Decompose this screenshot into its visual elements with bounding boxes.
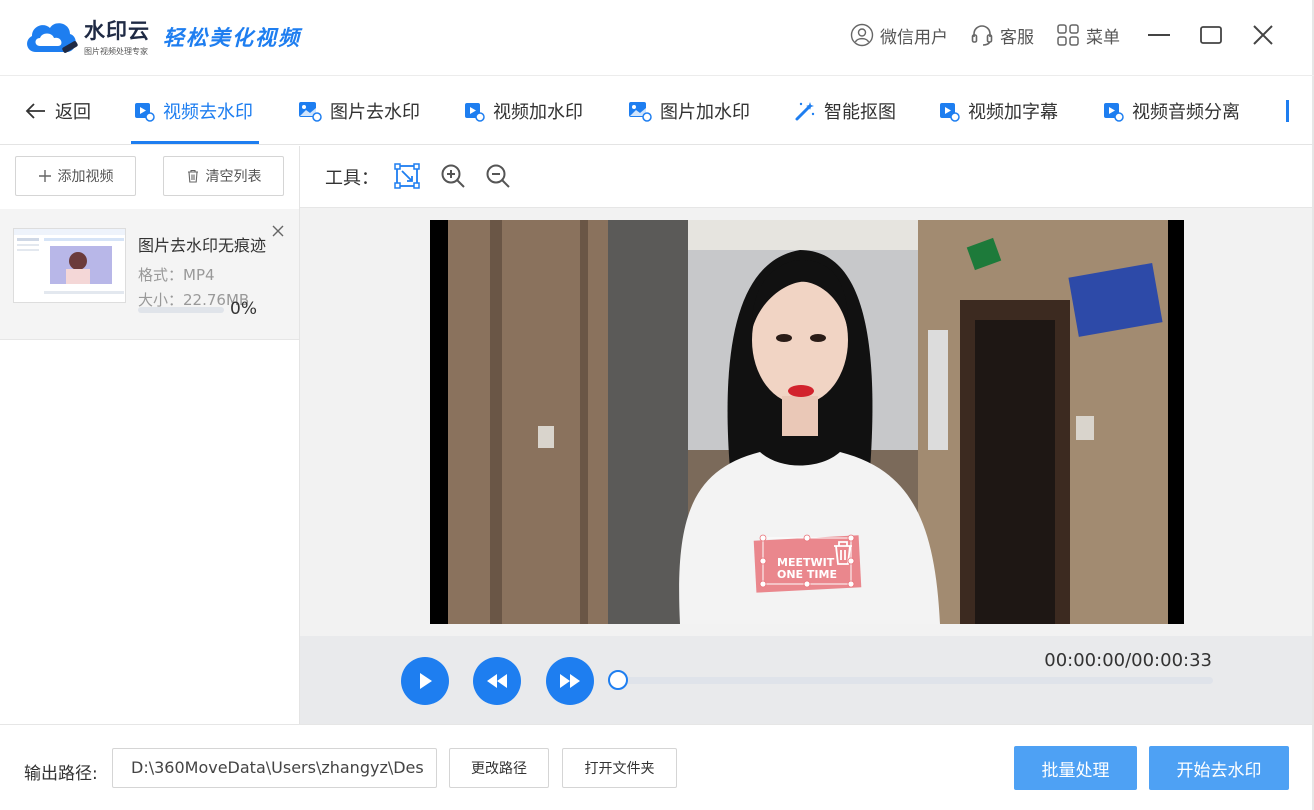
play-button[interactable] <box>401 657 449 705</box>
output-bar: 输出路径: D:\360MoveData\Users\zhangyz\Des 更… <box>0 724 1312 810</box>
slogan: 轻松美化视频 <box>163 25 301 50</box>
tab-image-remove-watermark[interactable]: 图片去水印 <box>298 77 420 145</box>
title-bar: 水印云 图片视频处理专家 轻松美化视频 微信用户 客服 菜单 <box>0 0 1314 76</box>
clear-list-label: 清空列表 <box>205 169 262 185</box>
tab-label: 视频加字幕 <box>968 102 1058 123</box>
tab-video-remove-watermark[interactable]: 视频去水印 <box>133 77 253 145</box>
logo: 水印云 图片视频处理专家 <box>22 14 150 58</box>
back-button[interactable]: 返回 <box>25 77 91 145</box>
video-thumbnail <box>13 228 126 303</box>
arrow-left-icon <box>25 103 45 119</box>
more-tabs-indicator <box>1286 100 1289 122</box>
minimize-icon <box>1148 34 1170 36</box>
user-name: 微信用户 <box>880 27 948 48</box>
output-path-label: 输出路径: <box>24 764 98 784</box>
tab-label: 智能抠图 <box>824 102 896 123</box>
menu-button[interactable]: 菜单 <box>1056 23 1120 48</box>
tab-label: 图片加水印 <box>660 102 750 123</box>
player-controls: 00:00:00/00:00:33 <box>300 636 1312 724</box>
user-account-button[interactable]: 微信用户 <box>850 23 948 48</box>
start-remove-watermark-button[interactable]: 开始去水印 <box>1149 746 1289 790</box>
fast-forward-icon <box>560 674 580 688</box>
select-region-icon[interactable] <box>394 163 420 189</box>
remove-file-icon[interactable] <box>270 223 286 239</box>
service-label: 客服 <box>1000 27 1034 48</box>
image-icon <box>299 102 322 122</box>
video-icon <box>940 103 960 122</box>
rewind-icon <box>487 674 507 688</box>
magic-wand-icon <box>795 102 815 121</box>
app-window: 水印云 图片视频处理专家 轻松美化视频 微信用户 客服 菜单 返回 视频去水印 … <box>0 0 1314 810</box>
zoom-out-icon[interactable] <box>485 163 511 189</box>
cloud-logo-icon <box>22 14 80 58</box>
logo-subtitle: 图片视频处理专家 <box>84 47 148 56</box>
plus-icon <box>38 170 51 182</box>
rewind-button[interactable] <box>473 657 521 705</box>
editor-workspace: 工具： MEETWIT ONE TIME 00:00:00/00:00:33 <box>300 146 1312 724</box>
tab-video-add-subtitles[interactable]: 视频加字幕 <box>938 77 1058 145</box>
close-window-button[interactable] <box>1250 22 1276 48</box>
close-icon <box>1253 25 1273 45</box>
customer-service-button[interactable]: 客服 <box>970 23 1034 48</box>
menu-label: 菜单 <box>1086 27 1120 48</box>
add-video-label: 添加视频 <box>57 169 114 185</box>
video-preview[interactable]: MEETWIT ONE TIME <box>430 220 1184 624</box>
user-icon <box>850 23 874 47</box>
batch-process-button[interactable]: 批量处理 <box>1014 746 1137 790</box>
output-path-field[interactable]: D:\360MoveData\Users\zhangyz\Des <box>112 748 437 788</box>
logo-name: 水印云 <box>84 19 150 43</box>
video-icon <box>1104 103 1124 122</box>
file-list-panel: 添加视频 清空列表 图片去水印无痕迹 格式：MP4 大小：22.76MB 0% <box>0 146 300 724</box>
fast-forward-button[interactable] <box>546 657 594 705</box>
watermark-text-2: ONE TIME <box>777 568 837 581</box>
tab-label: 视频去水印 <box>163 102 253 123</box>
maximize-icon <box>1200 26 1222 44</box>
maximize-button[interactable] <box>1198 22 1224 48</box>
minimize-button[interactable] <box>1146 22 1172 48</box>
change-path-button[interactable]: 更改路径 <box>449 748 549 788</box>
file-format: 格式：MP4 <box>138 266 215 284</box>
tab-label: 图片去水印 <box>330 102 420 123</box>
timecode: 00:00:00/00:00:33 <box>1044 650 1212 671</box>
play-icon <box>420 673 432 689</box>
tab-label: 视频加水印 <box>493 102 583 123</box>
seek-bar[interactable] <box>618 677 1213 684</box>
grid-menu-icon <box>1057 24 1079 46</box>
video-icon <box>135 103 155 122</box>
editor-toolbar: 工具： <box>300 146 1312 208</box>
tab-image-add-watermark[interactable]: 图片加水印 <box>628 77 750 145</box>
back-label: 返回 <box>55 102 91 123</box>
tab-video-add-watermark[interactable]: 视频加水印 <box>463 77 583 145</box>
active-tab-indicator <box>131 141 259 144</box>
tab-smart-cutout[interactable]: 智能抠图 <box>794 77 896 145</box>
add-video-button[interactable]: 添加视频 <box>15 156 136 196</box>
tab-video-audio-split[interactable]: 视频音频分离 <box>1102 77 1240 145</box>
trash-icon <box>187 169 198 183</box>
video-icon <box>465 103 485 122</box>
feature-tabs: 返回 视频去水印 图片去水印 视频加水印 图片加水印 智能抠图 视频加字幕 视频… <box>0 77 1314 145</box>
headset-icon <box>971 25 993 46</box>
tools-label: 工具： <box>325 168 379 189</box>
tab-label: 视频音频分离 <box>1132 102 1240 123</box>
zoom-in-icon[interactable] <box>440 163 466 189</box>
clear-list-button[interactable]: 清空列表 <box>163 156 284 196</box>
seek-handle[interactable] <box>608 670 628 690</box>
file-progress-percent: 0% <box>230 299 257 319</box>
file-progress-bar <box>138 307 224 313</box>
file-list-item[interactable]: 图片去水印无痕迹 格式：MP4 大小：22.76MB <box>0 209 299 340</box>
file-name: 图片去水印无痕迹 <box>138 236 267 255</box>
open-folder-button[interactable]: 打开文件夹 <box>562 748 677 788</box>
image-icon <box>629 102 652 122</box>
